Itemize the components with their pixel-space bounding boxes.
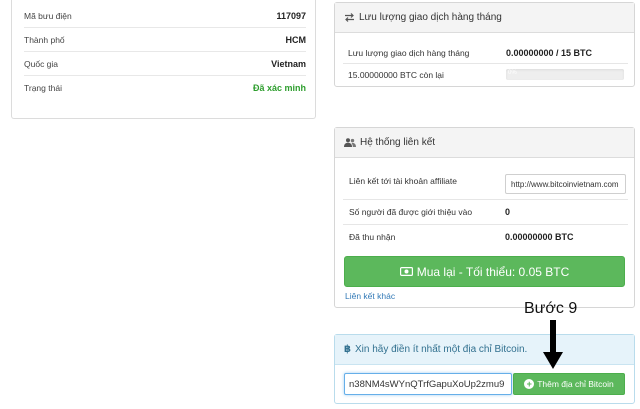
monthly-traffic-title: Lưu lượng giao dịch hàng tháng	[359, 12, 502, 23]
city-label: Thành phố	[24, 34, 65, 45]
status-row: Trạng thái Đã xác minh	[24, 76, 306, 100]
postal-code-value: 117097	[276, 10, 306, 21]
plus-circle-icon: +	[524, 379, 535, 389]
bitcoin-address-heading: ฿ Xin hãy điền ít nhất một địa chỉ Bitco…	[335, 335, 634, 365]
divider	[343, 224, 628, 225]
profile-info-table: Mã bưu điện 117097 Thành phố HCM Quốc gi…	[24, 4, 306, 100]
add-bitcoin-address-label: Thêm địa chỉ Bitcoin	[537, 379, 614, 389]
referred-count-label: Số người đã được giới thiệu vào	[349, 207, 473, 217]
city-row: Thành phố HCM	[24, 28, 306, 52]
postal-code-label: Mã bưu điện	[24, 10, 72, 21]
bitcoin-address-panel: ฿ Xin hãy điền ít nhất một địa chỉ Bitco…	[334, 334, 635, 404]
bitcoin-icon: ฿	[344, 344, 351, 355]
users-icon	[344, 138, 356, 147]
traffic-row-value: 0.00000000 / 15 BTC	[506, 48, 593, 58]
affiliate-panel: Hệ thống liên kết Liên kết tới tài khoản…	[334, 127, 635, 308]
traffic-progress-text: 0%	[508, 70, 517, 76]
bitcoin-address-input[interactable]	[344, 373, 512, 395]
other-links-link[interactable]: Liên kết khác	[345, 291, 395, 301]
traffic-remaining: 15.00000000 BTC còn lại	[348, 70, 444, 80]
profile-panel: Mã bưu điện 117097 Thành phố HCM Quốc gi…	[11, 0, 316, 119]
traffic-progress-bar: 0%	[506, 69, 624, 80]
country-value: Vietnam	[271, 58, 306, 69]
divider	[343, 199, 628, 200]
traffic-row-label: Lưu lượng giao dịch hàng tháng	[348, 48, 470, 58]
affiliate-link-input[interactable]	[505, 174, 626, 194]
earned-label: Đã thu nhận	[349, 232, 396, 242]
affiliate-title: Hệ thống liên kết	[360, 137, 436, 148]
buyback-button[interactable]: Mua lại - Tối thiểu: 0.05 BTC	[344, 256, 625, 287]
exchange-icon	[344, 13, 355, 22]
step-annotation-label: Bước 9	[524, 300, 578, 317]
money-icon	[399, 267, 413, 276]
affiliate-link-label: Liên kết tới tài khoản affiliate	[349, 176, 457, 186]
divider	[343, 63, 628, 64]
bitcoin-address-title: Xin hãy điền ít nhất một địa chỉ Bitcoin…	[354, 344, 528, 355]
country-row: Quốc gia Vietnam	[24, 52, 306, 76]
affiliate-heading: Hệ thống liên kết	[335, 128, 634, 158]
add-bitcoin-address-button[interactable]: + Thêm địa chỉ Bitcoin	[513, 373, 625, 395]
buyback-button-label: Mua lại - Tối thiểu: 0.05 BTC	[416, 264, 570, 279]
monthly-traffic-panel: Lưu lượng giao dịch hàng tháng Lưu lượng…	[334, 2, 635, 87]
postal-code-row: Mã bưu điện 117097	[24, 4, 306, 28]
monthly-traffic-heading: Lưu lượng giao dịch hàng tháng	[335, 3, 634, 33]
city-value: HCM	[285, 34, 307, 45]
status-badge: Đã xác minh	[252, 83, 306, 93]
status-label: Trạng thái	[24, 83, 62, 93]
arrow-down-icon	[543, 320, 563, 369]
referred-count-value: 0	[505, 207, 511, 217]
country-label: Quốc gia	[24, 58, 59, 69]
earned-value: 0.00000000 BTC	[505, 232, 574, 242]
